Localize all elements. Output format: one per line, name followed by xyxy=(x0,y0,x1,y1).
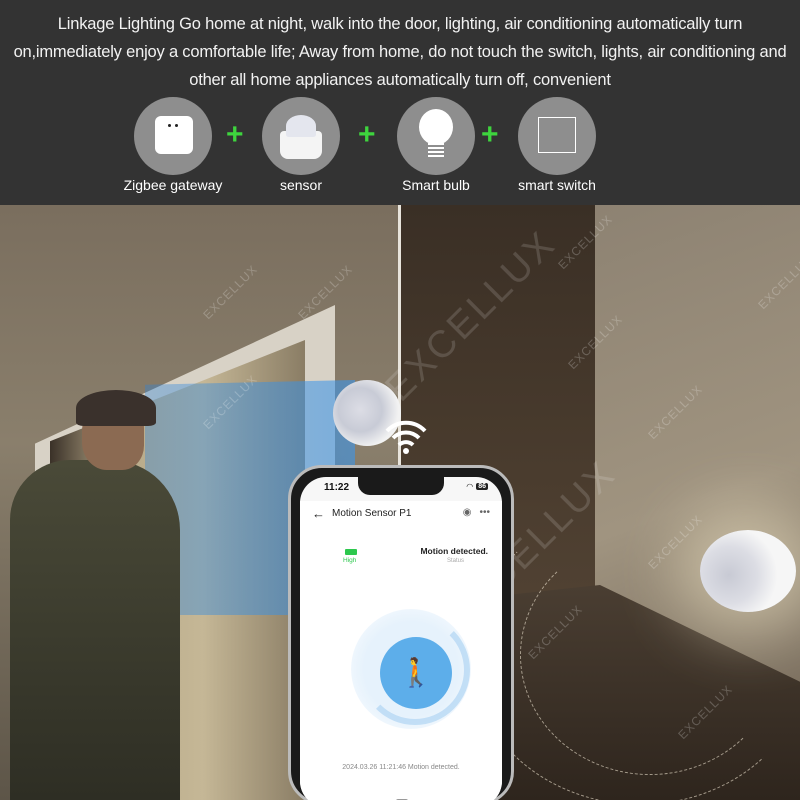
status-value: Motion detected. xyxy=(420,546,488,556)
wifi-status-icon: ◠ xyxy=(466,482,474,491)
status-label: Status xyxy=(446,558,464,564)
plus-icon: + xyxy=(358,118,376,151)
person-figure xyxy=(10,390,180,800)
bulb-icon xyxy=(397,97,475,175)
more-options-icon[interactable]: ••• xyxy=(479,507,490,518)
plus-icon: + xyxy=(481,118,499,151)
status-icons: ◠ 86 xyxy=(466,482,488,491)
scene-photo: EXCELLUX EXCELLUX EXCELLUX EXCELLUX EXCE… xyxy=(0,205,800,800)
motion-sensor-icon xyxy=(262,97,340,175)
back-arrow-icon[interactable]: ← xyxy=(312,506,325,521)
description-text: Linkage Lighting Go home at night, walk … xyxy=(13,15,787,89)
battery-level: High xyxy=(343,557,357,564)
battery-status: 86 xyxy=(476,483,488,490)
app-screen: 11:22 ◠ 86 ← Motion Sensor P1 ◉ ••• High… xyxy=(300,477,502,800)
camera-icon[interactable]: ◉ xyxy=(463,507,472,518)
device-chain: Zigbee gateway + sensor + Smart bulb + s… xyxy=(0,97,800,197)
smartphone: 11:22 ◠ 86 ← Motion Sensor P1 ◉ ••• High… xyxy=(288,465,514,800)
device-label: smart switch xyxy=(518,177,596,193)
device-title: Motion Sensor P1 xyxy=(332,508,412,519)
motion-detected-icon: 🚶 xyxy=(380,637,452,709)
event-log-entry: 2024.03.26 11:21:46 Motion detected. xyxy=(342,764,460,771)
device-label: Zigbee gateway xyxy=(123,177,223,193)
app-header: ← Motion Sensor P1 ◉ ••• xyxy=(300,501,502,527)
switch-icon xyxy=(518,97,596,175)
battery-icon xyxy=(345,549,357,555)
plus-icon: + xyxy=(226,118,244,151)
motion-sensor-device xyxy=(700,530,796,612)
device-label: Smart bulb xyxy=(402,177,470,193)
device-label: sensor xyxy=(279,177,323,193)
header-banner: Linkage Lighting Go home at night, walk … xyxy=(0,0,800,205)
sensor-card: High Motion detected. Status 🚶 2024.03.2… xyxy=(300,527,502,800)
status-time: 11:22 xyxy=(324,482,350,493)
wifi-icon xyxy=(385,420,427,454)
gateway-icon xyxy=(134,97,212,175)
phone-notch xyxy=(358,477,444,495)
